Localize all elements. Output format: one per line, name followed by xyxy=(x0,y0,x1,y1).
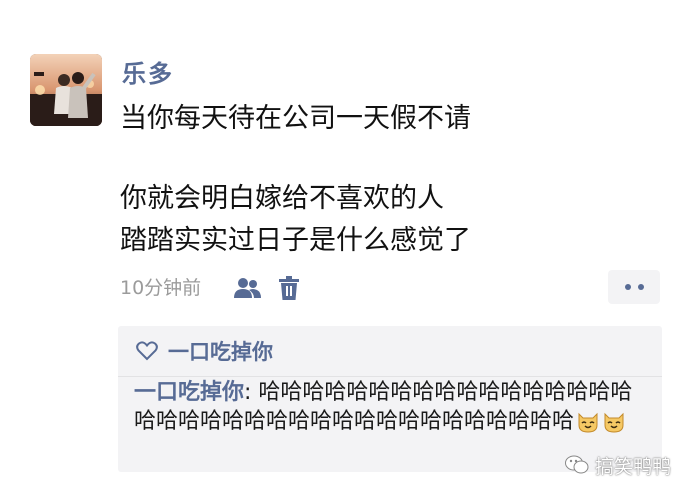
watermark-text: 搞笑鸭鸭 xyxy=(595,455,672,478)
wechat-icon xyxy=(565,455,589,474)
post-line: 当你每天待在公司一天假不请 xyxy=(120,103,471,134)
more-dot xyxy=(637,284,644,290)
friends-visibility-icon[interactable] xyxy=(234,276,262,300)
likes-row: 一口吃掉你 xyxy=(136,334,273,368)
more-dots-icon[interactable] xyxy=(608,270,660,304)
post-time: 10分钟前 xyxy=(120,277,202,299)
comment-author[interactable]: 一口吃掉你 xyxy=(134,380,244,405)
post-content: 当你每天待在公司一天假不请 你就会明白嫁给不喜欢的人 踏踏实实过日子是什么感觉了 xyxy=(120,98,660,262)
post-line: 踏踏实实过日子是什么感觉了 xyxy=(120,225,471,256)
cat-face-emoji-icon xyxy=(602,409,626,433)
trash-icon[interactable] xyxy=(278,275,300,301)
comment-separator: : xyxy=(244,380,259,405)
post-meta-bar: 10分钟前 xyxy=(120,270,660,306)
like-user-name[interactable]: 一口吃掉你 xyxy=(168,336,273,366)
moment-avatar[interactable] xyxy=(30,54,102,126)
comment-item[interactable]: 一口吃掉你: 哈哈哈哈哈哈哈哈哈哈哈哈哈哈哈哈哈哈哈哈哈哈哈哈哈哈哈哈哈哈哈哈哈… xyxy=(134,378,654,436)
more-dot xyxy=(624,284,631,290)
post-line: 你就会明白嫁给不喜欢的人 xyxy=(120,183,444,214)
divider xyxy=(118,376,662,377)
cat-face-emoji-icon xyxy=(576,409,600,433)
author-name[interactable]: 乐多 xyxy=(122,58,174,90)
watermark: 搞笑鸭鸭 xyxy=(565,450,671,480)
heart-outline-icon xyxy=(136,341,158,361)
